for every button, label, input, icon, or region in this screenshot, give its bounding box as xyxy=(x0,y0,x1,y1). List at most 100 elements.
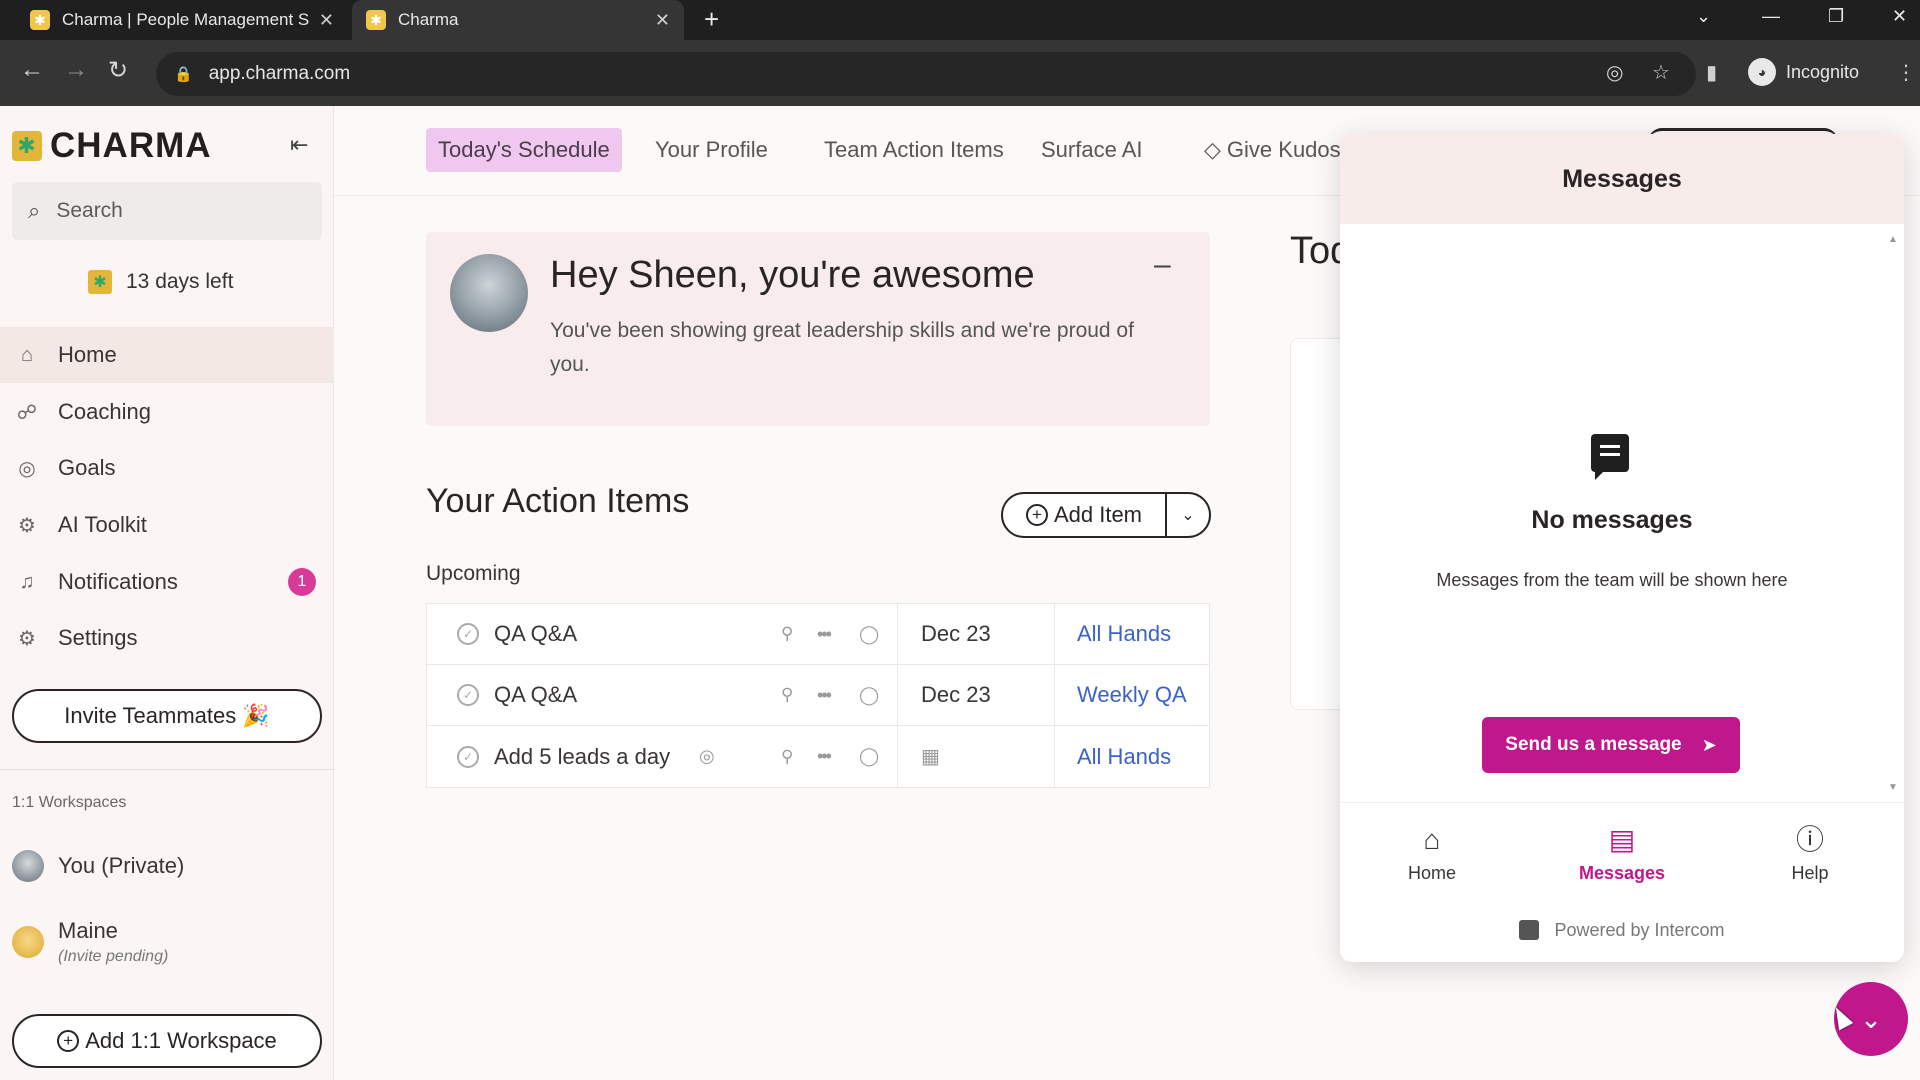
help-icon: ⓘ xyxy=(1795,824,1824,855)
tracking-blocked-icon[interactable]: ◎ xyxy=(1606,60,1623,85)
empty-state-text: Messages from the team will be shown her… xyxy=(1436,570,1788,590)
table-row[interactable]: ✓ Add 5 leads a day ◎ ⚲ ••• ◯ ▦ All Hand… xyxy=(427,726,1209,787)
action-item-name[interactable]: QA Q&A xyxy=(494,621,577,647)
browser-tab-active[interactable]: ✱ Charma ✕ xyxy=(352,0,684,40)
complete-checkbox[interactable]: ✓ xyxy=(457,745,479,768)
send-message-button[interactable]: Send us a message ➤ xyxy=(1482,717,1740,773)
messenger-scrollbar[interactable]: ▲ ▼ xyxy=(1888,234,1898,794)
action-item-name[interactable]: Add 5 leads a day xyxy=(494,744,670,770)
complete-checkbox[interactable]: ✓ xyxy=(457,684,479,706)
tab-team-action-items[interactable]: Team Action Items xyxy=(812,128,1016,172)
sidebar-item-label: Home xyxy=(58,342,117,367)
column-divider xyxy=(897,665,898,726)
complete-checkbox[interactable]: ✓ xyxy=(457,623,479,645)
charma-logo[interactable]: ✱ CHARMA xyxy=(12,126,212,166)
sidebar-item-coaching[interactable]: ☍ Coaching xyxy=(0,384,334,440)
more-options-icon[interactable]: ••• xyxy=(817,685,832,706)
search-input[interactable]: ⌕ Search xyxy=(12,182,322,240)
empty-state-title: No messages xyxy=(1531,506,1693,534)
trial-days-left[interactable]: ✱ 13 days left xyxy=(88,270,233,294)
column-divider xyxy=(1054,726,1055,787)
trial-text: 13 days left xyxy=(126,270,234,293)
browser-tab[interactable]: ✱ Charma | People Management S ✕ xyxy=(16,0,348,40)
minimize-button[interactable]: – xyxy=(1154,248,1171,282)
comment-icon[interactable]: ◯ xyxy=(859,685,879,706)
add-workspace-button[interactable]: + Add 1:1 Workspace xyxy=(12,1014,322,1068)
close-tab-icon[interactable]: ✕ xyxy=(655,10,670,31)
action-items-heading: Your Action Items xyxy=(426,482,690,520)
kudos-avatar xyxy=(450,254,528,332)
home-icon: ⌂ xyxy=(1423,824,1441,855)
table-row[interactable]: ✓ QA Q&A ⚲ ••• ◯ Dec 23 Weekly QA xyxy=(427,665,1209,726)
calendar-icon[interactable]: ▦ xyxy=(921,744,940,769)
url-field[interactable]: 🔒 app.charma.com xyxy=(156,52,1696,96)
meeting-link[interactable]: Weekly QA xyxy=(1077,682,1187,708)
kudos-title: Hey Sheen, you're awesome xyxy=(550,254,1035,296)
table-row[interactable]: ✓ QA Q&A ⚲ ••• ◯ Dec 23 All Hands xyxy=(427,604,1209,665)
tab-todays-schedule[interactable]: Today's Schedule xyxy=(426,128,622,172)
pin-icon[interactable]: ⚲ xyxy=(781,624,793,644)
pin-icon[interactable]: ⚲ xyxy=(781,685,793,705)
diamond-icon: ◇ xyxy=(1204,137,1221,162)
scroll-up-icon[interactable]: ▲ xyxy=(1888,234,1898,245)
comment-icon[interactable]: ◯ xyxy=(859,746,879,767)
tab-search-icon[interactable]: ⌄ xyxy=(1696,6,1711,27)
sidebar-item-home[interactable]: ⌂ Home xyxy=(0,327,334,383)
meeting-link[interactable]: All Hands xyxy=(1077,621,1171,647)
minimize-window-icon[interactable]: — xyxy=(1762,6,1780,27)
scroll-down-icon[interactable]: ▼ xyxy=(1888,782,1898,793)
send-message-label: Send us a message xyxy=(1505,734,1682,755)
intercom-logo-icon xyxy=(1519,920,1540,940)
charma-star-icon: ✱ xyxy=(88,270,112,294)
side-panel-icon[interactable]: ▮ xyxy=(1706,60,1717,85)
powered-by-intercom[interactable]: Powered by Intercom xyxy=(1340,920,1904,941)
gear-icon: ⚙ xyxy=(18,627,36,650)
close-tab-icon[interactable]: ✕ xyxy=(319,10,334,31)
messenger-header: Messages xyxy=(1340,134,1904,224)
meeting-link[interactable]: All Hands xyxy=(1077,744,1171,770)
more-options-icon[interactable]: ••• xyxy=(817,746,832,767)
sidebar-item-settings[interactable]: ⚙ Settings xyxy=(0,610,334,666)
sidebar-item-label: Coaching xyxy=(58,399,151,424)
sidebar-item-label: Settings xyxy=(58,625,138,650)
action-item-name[interactable]: QA Q&A xyxy=(494,682,577,708)
browser-menu-icon[interactable]: ⋮ xyxy=(1896,60,1916,85)
tab-your-profile[interactable]: Your Profile xyxy=(643,128,780,172)
more-options-icon[interactable]: ••• xyxy=(817,624,832,645)
column-divider xyxy=(897,726,898,787)
add-item-button[interactable]: + Add Item xyxy=(1003,494,1167,536)
goal-link-icon[interactable]: ◎ xyxy=(699,746,715,767)
incognito-profile[interactable]: ◕ Incognito xyxy=(1748,54,1859,90)
messenger-tab-messages[interactable]: ▤ Messages xyxy=(1562,825,1682,884)
comment-icon[interactable]: ◯ xyxy=(859,624,879,645)
close-window-icon[interactable]: ✕ xyxy=(1892,6,1907,27)
restore-window-icon[interactable]: ❐ xyxy=(1828,6,1844,27)
sidebar-item-goals[interactable]: ◎ Goals xyxy=(0,440,334,496)
due-date[interactable]: Dec 23 xyxy=(921,682,991,708)
forward-icon[interactable]: → xyxy=(64,56,88,84)
messenger-tab-help[interactable]: ⓘ Help xyxy=(1750,825,1870,884)
invite-teammates-button[interactable]: Invite Teammates 🎉 xyxy=(12,689,322,743)
tab-give-kudos[interactable]: ◇ Give Kudos xyxy=(1192,128,1353,172)
new-tab-button[interactable]: + xyxy=(704,4,719,35)
back-icon[interactable]: ← xyxy=(20,56,44,84)
workspace-item-maine[interactable]: Maine (Invite pending) xyxy=(12,918,168,966)
messenger-tab-home[interactable]: ⌂ Home xyxy=(1372,825,1492,884)
kudos-message: You've been showing great leadership ski… xyxy=(550,319,1134,376)
workspace-item-you[interactable]: You (Private) xyxy=(12,850,184,882)
reload-icon[interactable]: ↻ xyxy=(108,56,128,85)
workspace-invite-status: (Invite pending) xyxy=(58,948,169,965)
tab-surface-ai[interactable]: Surface AI xyxy=(1029,128,1155,172)
due-date[interactable]: Dec 23 xyxy=(921,621,991,647)
sidebar-item-ai-toolkit[interactable]: ⚙ AI Toolkit xyxy=(0,497,334,553)
bookmark-star-icon[interactable]: ☆ xyxy=(1652,60,1670,85)
add-item-label: Add Item xyxy=(1053,502,1143,527)
charma-favicon-icon: ✱ xyxy=(30,10,50,30)
browser-tab-title: Charma | People Management S xyxy=(62,10,310,29)
sidebar-item-notifications[interactable]: ♫ Notifications 1 xyxy=(0,554,334,610)
workspace-name: Maine xyxy=(58,918,118,943)
pin-icon[interactable]: ⚲ xyxy=(781,747,793,767)
chevron-down-icon[interactable]: ⌄ xyxy=(1167,505,1209,525)
lock-icon: 🔒 xyxy=(174,66,193,83)
collapse-sidebar-icon[interactable]: ⇤ xyxy=(290,132,308,158)
